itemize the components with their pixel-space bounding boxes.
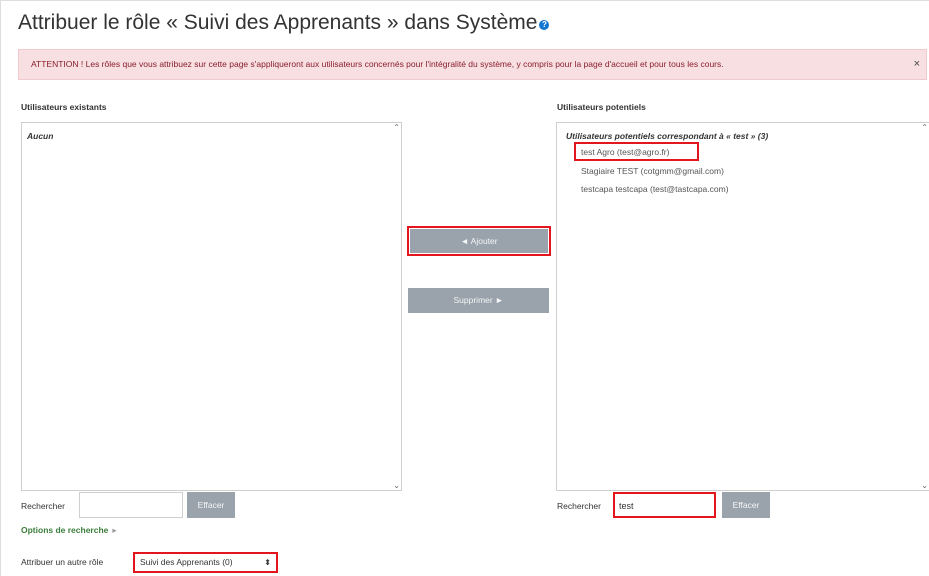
- search-options-label: Options de recherche: [21, 525, 109, 535]
- other-role-label: Attribuer un autre rôle: [21, 557, 104, 567]
- scroll-up-icon[interactable]: ⌃: [393, 123, 400, 132]
- potential-users-listbox[interactable]: Utilisateurs potentiels correspondant à …: [556, 122, 929, 491]
- page-title-text: Attribuer le rôle « Suivi des Apprenants…: [18, 11, 538, 34]
- potential-search-input[interactable]: test: [613, 492, 716, 518]
- expand-arrow-icon: ▸: [112, 525, 117, 535]
- scroll-down-icon[interactable]: ⌄: [393, 481, 400, 490]
- scroll-down-icon[interactable]: ⌄: [921, 481, 928, 490]
- other-role-selected: Suivi des Apprenants (0): [140, 557, 233, 567]
- potential-search-label: Rechercher: [557, 501, 601, 511]
- user-option[interactable]: testcapa testcapa (test@tastcapa.com): [581, 184, 729, 194]
- existing-search-label: Rechercher: [21, 501, 65, 511]
- add-button[interactable]: ◄ Ajouter: [410, 229, 548, 253]
- existing-users-heading: Utilisateurs existants: [21, 102, 107, 112]
- optgroup-label: Utilisateurs potentiels correspondant à …: [566, 131, 769, 141]
- potential-clear-button[interactable]: Effacer: [722, 492, 770, 518]
- selected-user-highlight: [574, 142, 699, 161]
- empty-option: Aucun: [27, 131, 54, 141]
- remove-button[interactable]: Supprimer ►: [408, 288, 549, 313]
- existing-clear-button[interactable]: Effacer: [187, 492, 235, 518]
- search-options-link[interactable]: Options de recherche ▸: [21, 525, 117, 536]
- select-arrows-icon: ⬍: [264, 558, 271, 567]
- existing-scrollbar[interactable]: ⌃ ⌄: [392, 123, 401, 490]
- user-option[interactable]: Stagiaire TEST (cotgmm@gmail.com): [581, 166, 724, 176]
- existing-users-listbox[interactable]: Aucun ⌃ ⌄: [21, 122, 402, 491]
- existing-search-input[interactable]: [79, 492, 183, 518]
- close-icon[interactable]: ×: [914, 50, 920, 79]
- warning-alert: ATTENTION ! Les rôles que vous attribuez…: [18, 49, 927, 80]
- other-role-select[interactable]: Suivi des Apprenants (0) ⬍: [133, 552, 278, 573]
- potential-users-heading: Utilisateurs potentiels: [557, 102, 646, 112]
- assign-role-page: Attribuer le rôle « Suivi des Apprenants…: [0, 0, 929, 576]
- page-title: Attribuer le rôle « Suivi des Apprenants…: [18, 11, 550, 35]
- alert-text: ATTENTION ! Les rôles que vous attribuez…: [31, 59, 724, 69]
- potential-scrollbar[interactable]: ⌃ ⌄: [920, 123, 929, 490]
- help-icon[interactable]: ?: [539, 20, 550, 30]
- scroll-up-icon[interactable]: ⌃: [921, 123, 928, 132]
